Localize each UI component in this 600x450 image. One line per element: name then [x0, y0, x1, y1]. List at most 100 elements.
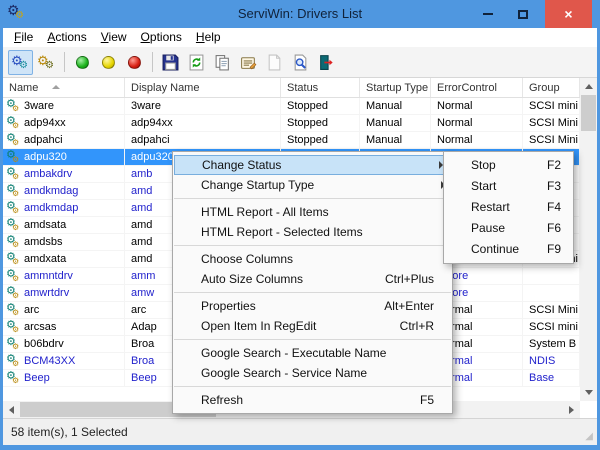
context-item-auto-size-columns[interactable]: Auto Size ColumnsCtrl+Plus — [173, 269, 452, 289]
context-item-google-search-executable-name[interactable]: Google Search - Executable Name — [173, 343, 452, 363]
driver-name: amdxata — [24, 253, 66, 265]
save-button[interactable] — [158, 50, 183, 75]
menu-separator — [174, 198, 451, 199]
cell-name: ⚙⚙b06bdrv — [3, 336, 125, 352]
cell-name: ⚙⚙arcsas — [3, 319, 125, 335]
html-report-button[interactable] — [262, 50, 287, 75]
maximize-button[interactable] — [508, 0, 538, 28]
minimize-button[interactable] — [473, 0, 503, 28]
resize-grip[interactable]: ◢ — [585, 432, 593, 442]
menu-actions[interactable]: Actions — [40, 28, 93, 44]
context-item-refresh[interactable]: RefreshF5 — [173, 390, 452, 410]
cell-status: Stopped — [281, 98, 360, 114]
cell-name: ⚙⚙BCM43XX — [3, 353, 125, 369]
driver-gears-icon: ⚙⚙ — [6, 201, 21, 216]
submenu-item-start[interactable]: StartF3 — [444, 176, 573, 197]
start-driver-button[interactable] — [70, 50, 95, 75]
vertical-scroll-thumb[interactable] — [581, 95, 596, 131]
context-item-google-search-service-name[interactable]: Google Search - Service Name — [173, 363, 452, 383]
toolbar: ⚙⚙ ⚙⚙ — [3, 47, 597, 78]
column-header-status[interactable]: Status — [281, 78, 360, 97]
driver-gears-icon: ⚙⚙ — [6, 354, 21, 369]
menu-item-label: Choose Columns — [201, 249, 293, 269]
menu-item-label: Refresh — [201, 390, 243, 410]
serviwin-window: ⚙⚙ ServiWin: Drivers List × FileActionsV… — [0, 0, 600, 450]
driver-name: ammntdrv — [24, 270, 73, 282]
context-item-html-report-all-items[interactable]: HTML Report - All Items — [173, 202, 452, 222]
menu-item-label: HTML Report - All Items — [201, 202, 329, 222]
scroll-up-button[interactable] — [580, 78, 597, 95]
properties-button[interactable] — [236, 50, 261, 75]
menu-item-label: Stop — [471, 155, 496, 176]
context-item-properties[interactable]: PropertiesAlt+Enter — [173, 296, 452, 316]
driver-gears-icon: ⚙⚙ — [6, 269, 21, 284]
drivers-view-button[interactable]: ⚙⚙ — [8, 50, 33, 75]
cell-name: ⚙⚙arc — [3, 302, 125, 318]
submenu-item-pause[interactable]: PauseF6 — [444, 218, 573, 239]
close-icon: × — [564, 7, 572, 21]
cell-group: SCSI Mini — [523, 302, 580, 318]
copy-icon — [214, 54, 231, 71]
scroll-right-button[interactable] — [563, 401, 580, 418]
menu-view[interactable]: View — [94, 28, 134, 44]
column-header-errorcontrol[interactable]: ErrorControl — [431, 78, 523, 97]
cell-name: ⚙⚙adpu320 — [3, 149, 125, 165]
context-item-choose-columns[interactable]: Choose Columns — [173, 249, 452, 269]
driver-gears-icon: ⚙⚙ — [6, 150, 21, 165]
scroll-down-button[interactable] — [580, 384, 597, 401]
pause-driver-button[interactable] — [96, 50, 121, 75]
services-gears-icon: ⚙⚙ — [37, 54, 56, 71]
cell-name: ⚙⚙amdxata — [3, 251, 125, 267]
driver-name: amdkmdag — [24, 185, 78, 197]
refresh-icon — [188, 54, 205, 71]
cell-group: Base — [523, 370, 580, 386]
column-header-name[interactable]: Name — [3, 78, 125, 97]
submenu-item-stop[interactable]: StopF2 — [444, 155, 573, 176]
services-view-button[interactable]: ⚙⚙ — [34, 50, 59, 75]
menu-item-shortcut: F4 — [547, 197, 561, 218]
close-button[interactable]: × — [545, 0, 592, 28]
driver-gears-icon: ⚙⚙ — [6, 99, 21, 114]
driver-gears-icon: ⚙⚙ — [6, 218, 21, 233]
context-item-html-report-selected-items[interactable]: HTML Report - Selected Items — [173, 222, 452, 242]
status-text: 58 item(s), 1 Selected — [11, 425, 128, 439]
exit-button[interactable] — [314, 50, 339, 75]
driver-name: amdkmdap — [24, 202, 78, 214]
submenu-item-restart[interactable]: RestartF4 — [444, 197, 573, 218]
menu-file[interactable]: File — [7, 28, 40, 44]
statusbar: 58 item(s), 1 Selected ◢ — [3, 418, 597, 445]
table-row-adp94xx[interactable]: ⚙⚙adp94xxadp94xxStoppedManualNormalSCSI … — [3, 115, 580, 132]
copy-button[interactable] — [210, 50, 235, 75]
driver-gears-icon: ⚙⚙ — [6, 116, 21, 131]
stop-driver-button[interactable] — [122, 50, 147, 75]
column-label: Name — [9, 82, 38, 94]
context-item-change-startup-type[interactable]: Change Startup Type — [173, 175, 452, 195]
cell-group — [523, 268, 580, 284]
menu-options[interactable]: Options — [134, 28, 189, 44]
scroll-left-button[interactable] — [3, 401, 20, 418]
column-header-startup-type[interactable]: Startup Type — [360, 78, 431, 97]
refresh-button[interactable] — [184, 50, 209, 75]
menu-item-label: Open Item In RegEdit — [201, 316, 316, 336]
context-item-open-item-in-regedit[interactable]: Open Item In RegEditCtrl+R — [173, 316, 452, 336]
column-header-group[interactable]: Group — [523, 78, 580, 97]
titlebar[interactable]: ⚙⚙ ServiWin: Drivers List × — [0, 0, 600, 28]
table-row-adpahci[interactable]: ⚙⚙adpahciadpahciStoppedManualNormalSCSI … — [3, 132, 580, 149]
driver-gears-icon: ⚙⚙ — [6, 371, 21, 386]
cell-name: ⚙⚙3ware — [3, 98, 125, 114]
properties-icon — [240, 54, 257, 71]
driver-name: arcsas — [24, 321, 56, 333]
menu-item-label: HTML Report - Selected Items — [201, 222, 363, 242]
submenu-item-continue[interactable]: ContinueF9 — [444, 239, 573, 260]
column-header-display-name[interactable]: Display Name — [125, 78, 281, 97]
menu-help[interactable]: Help — [189, 28, 228, 44]
cell-group: SCSI mini — [523, 319, 580, 335]
context-item-change-status[interactable]: Change Status — [174, 155, 451, 175]
table-row-3ware[interactable]: ⚙⚙3ware3wareStoppedManualNormalSCSI mini — [3, 98, 580, 115]
driver-name: amdsata — [24, 219, 66, 231]
cell-name: ⚙⚙amdsata — [3, 217, 125, 233]
cell-group: NDIS — [523, 353, 580, 369]
menubar: FileActionsViewOptionsHelp — [3, 28, 597, 47]
find-button[interactable] — [288, 50, 313, 75]
vertical-scrollbar[interactable] — [580, 78, 597, 401]
